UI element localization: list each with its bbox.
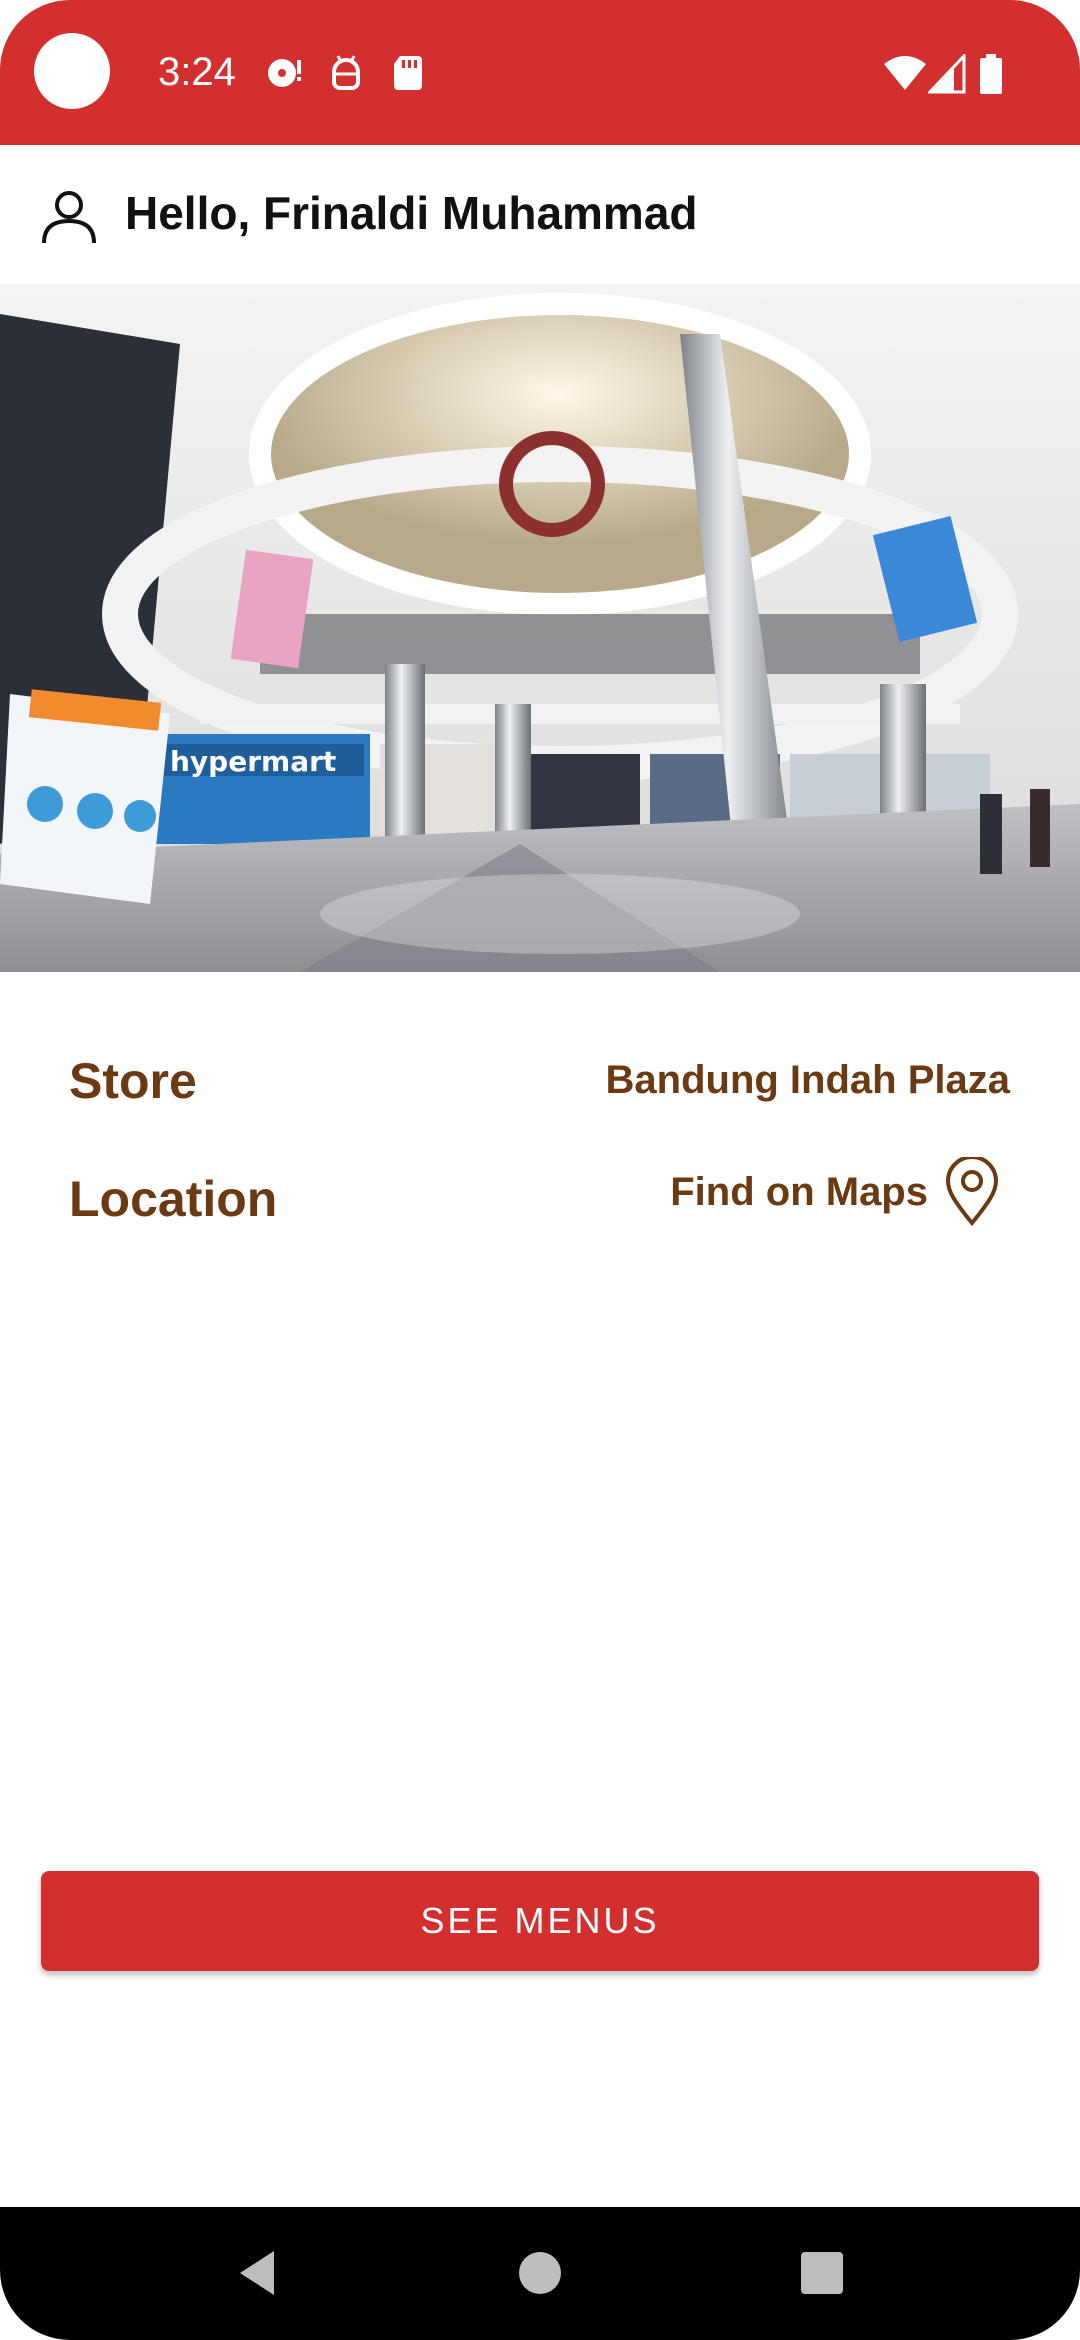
status-time: 3:24 [158,50,236,94]
greeting-text: Hello, Frinaldi Muhammad [125,187,698,239]
see-menus-button[interactable]: SEE MENUS [41,1871,1039,1971]
android-debug-icon [332,55,360,90]
media-icon [268,59,301,87]
system-nav-bar [0,2207,1080,2340]
store-name: Bandung Indah Plaza [605,1058,1010,1102]
sd-card-icon [394,56,422,90]
store-label: Store [69,1053,197,1109]
location-label: Location [69,1171,278,1227]
wifi-icon [884,56,926,90]
map-pin-icon[interactable] [944,1157,1000,1227]
home-icon[interactable] [512,2245,568,2301]
status-bar: 3:24 [0,0,1080,145]
find-on-maps-link[interactable]: Find on Maps [670,1157,1000,1227]
hypermart-sign: hypermart [170,745,336,778]
app-header: Hello, Frinaldi Muhammad [0,145,1080,284]
back-icon[interactable] [230,2245,286,2301]
find-on-maps-text: Find on Maps [670,1169,928,1214]
mall-interior-photo: hypermart [0,284,1080,972]
camera-cutout [34,33,110,109]
recents-icon[interactable] [794,2245,850,2301]
battery-icon [980,54,1002,94]
store-hero-image: hypermart [0,284,1080,972]
user-icon[interactable] [40,187,98,245]
cellular-signal-icon [928,54,966,94]
